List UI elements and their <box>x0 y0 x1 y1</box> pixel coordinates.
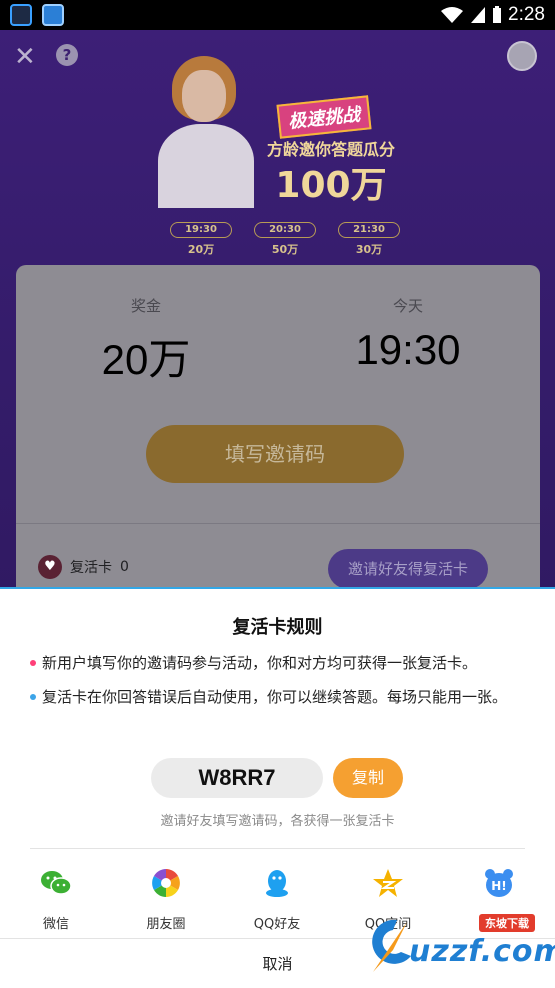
event-logo: 极速挑战 <box>276 95 372 139</box>
status-bar: 2:28 <box>0 0 555 30</box>
session-amount: 50万 <box>271 243 299 256</box>
divider <box>16 523 540 524</box>
qzone-icon <box>373 869 403 897</box>
share-label: 微信 <box>42 917 69 932</box>
watermark-tag: 东坡下载 <box>479 914 535 932</box>
prize-value: 20万 <box>101 336 191 383</box>
start-time-value: 19:30 <box>355 326 461 373</box>
share-label: QQ好友 <box>253 917 301 932</box>
revive-label: 复活卡 <box>70 560 112 576</box>
divider <box>30 848 525 849</box>
share-label: 朋友圈 <box>146 917 186 932</box>
rule-item: 复活卡在你回答错误后自动使用，你可以继续答题。每场只能用一张。 <box>30 685 522 709</box>
prize-label: 奖金 <box>130 297 161 315</box>
fill-invite-code-button[interactable]: 填写邀请码 <box>146 425 404 483</box>
sheet-title: 复活卡规则 <box>232 617 323 638</box>
start-time-block: 今天 19:30 <box>308 295 508 374</box>
invite-friends-button[interactable]: 邀请好友得复活卡 <box>328 549 488 589</box>
today-label: 今天 <box>392 297 423 315</box>
session-amount: 30万 <box>355 243 383 256</box>
headset-app-icon <box>10 4 32 26</box>
session-schedule: 19:30 20万 20:30 50万 21:30 30万 <box>170 222 400 257</box>
invite-hint: 邀请好友填写邀请码，各获得一张复活卡 <box>160 814 395 829</box>
session-amount: 20万 <box>187 243 215 256</box>
clock: 2:28 <box>508 4 545 25</box>
system-indicators: 2:28 <box>440 4 545 26</box>
prize-block: 奖金 20万 <box>46 295 246 387</box>
avatar[interactable] <box>507 41 537 71</box>
session-time: 19:30 <box>170 222 232 238</box>
session-time: 20:30 <box>254 222 316 238</box>
heart-icon: ♥ <box>38 555 62 579</box>
banner-prize: 100万 <box>275 165 387 206</box>
rule-text: 新用户填写你的邀请码参与活动，你和对方均可获得一张复活卡。 <box>42 654 478 672</box>
rule-text: 复活卡在你回答错误后自动使用，你可以继续答题。每场只能用一张。 <box>42 688 508 706</box>
site-watermark: uzzf.com 东坡下载 <box>367 914 555 976</box>
session-item: 20:30 50万 <box>254 222 316 257</box>
host-portrait <box>158 52 254 208</box>
invite-code-display: W8RR7 <box>151 758 323 798</box>
bullet-icon <box>30 694 36 700</box>
moments-icon <box>152 869 180 897</box>
watermark-logo-icon <box>372 919 411 972</box>
signal-icon <box>471 7 486 23</box>
qq-icon <box>266 870 288 897</box>
close-icon[interactable]: ✕ <box>14 44 40 70</box>
wechat-icon <box>41 871 72 895</box>
share-wechat[interactable]: 微信 <box>6 867 106 932</box>
revive-card-count: ♥ 复活卡 0 <box>38 555 129 579</box>
share-qq[interactable]: QQ好友 <box>227 867 327 932</box>
session-item: 19:30 20万 <box>170 222 232 257</box>
help-icon[interactable]: ? <box>56 44 78 66</box>
share-moments[interactable]: 朋友圈 <box>116 867 216 932</box>
battery-icon <box>493 6 502 23</box>
wifi-icon <box>441 7 464 23</box>
watermark-text: uzzf.com <box>409 934 555 969</box>
bullet-icon <box>30 660 36 666</box>
svg-text:H!: H! <box>491 879 507 893</box>
copy-button[interactable]: 复制 <box>333 758 403 798</box>
session-item: 21:30 30万 <box>338 222 400 257</box>
revive-count: 0 <box>120 559 129 575</box>
session-time: 21:30 <box>338 222 400 238</box>
app-store-icon <box>42 4 64 26</box>
game-info-card: 奖金 20万 今天 19:30 填写邀请码 ♥ 复活卡 0 邀请好友得复活卡 <box>16 265 540 625</box>
baidu-hi-icon: H! <box>485 869 513 897</box>
rule-item: 新用户填写你的邀请码参与活动，你和对方均可获得一张复活卡。 <box>30 651 522 675</box>
notification-icons <box>10 4 64 26</box>
